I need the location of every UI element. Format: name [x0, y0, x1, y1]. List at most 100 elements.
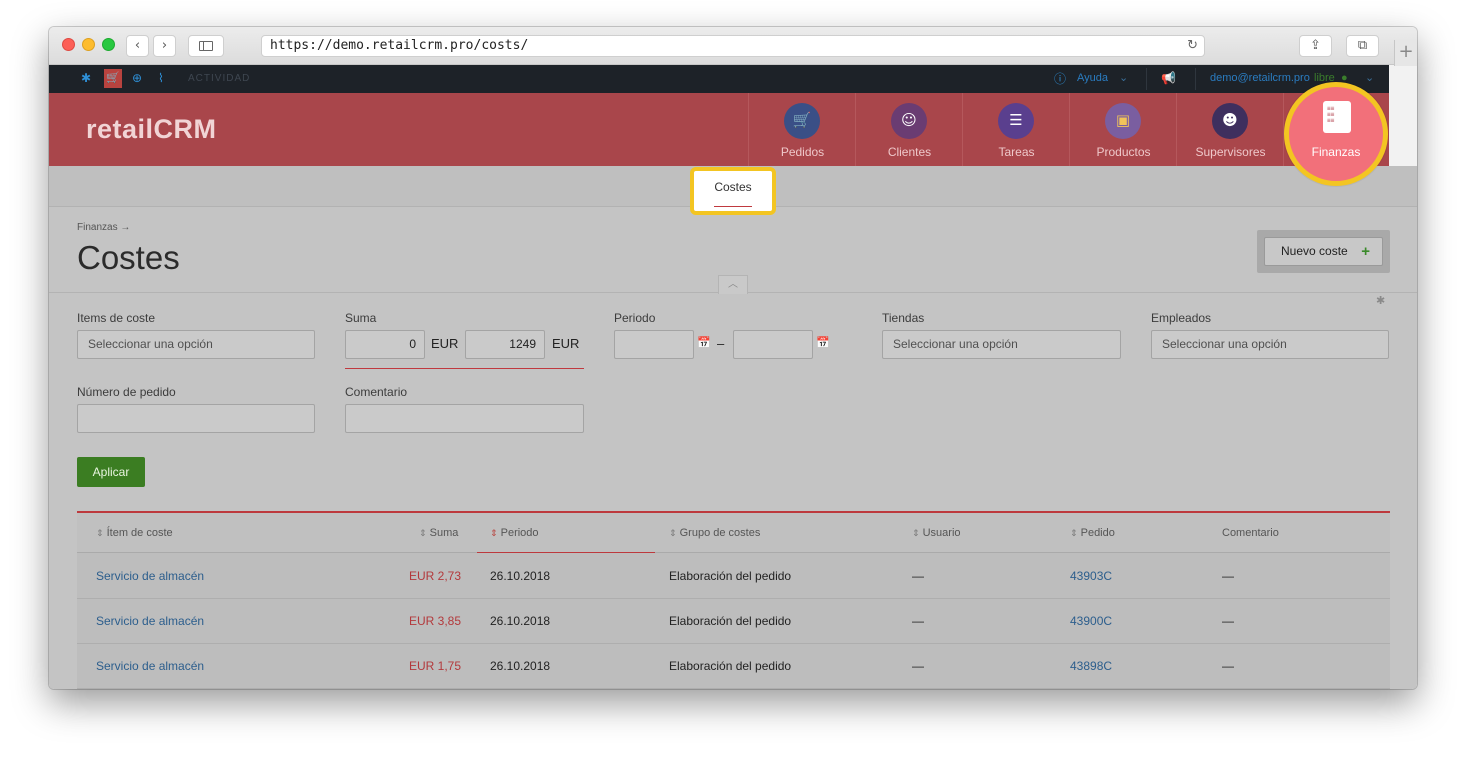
chart-icon[interactable]: ⌇ — [158, 71, 164, 85]
costes-label: Costes — [714, 180, 752, 194]
cell-grupo: Elaboración del pedido — [669, 614, 792, 628]
nav-item-clientes[interactable]: ☺ Clientes — [855, 93, 962, 166]
cell-pedido[interactable]: 43900C — [1070, 614, 1112, 628]
cell-item[interactable]: Servicio de almacén — [96, 614, 204, 628]
suma-label: Suma — [345, 311, 377, 325]
tiendas-label: Tiendas — [882, 311, 925, 325]
settings-gear-icon[interactable]: ✱ — [81, 71, 91, 85]
table-row[interactable]: Servicio de almacén EUR 3,85 26.10.2018 … — [77, 599, 1390, 644]
suma-max-input[interactable]: 1249 — [465, 330, 545, 359]
help-chevron-down-icon[interactable]: ⌄ — [1119, 71, 1128, 84]
pedido-input[interactable] — [77, 404, 315, 433]
periodo-from-input[interactable] — [614, 330, 694, 359]
tiendas-select[interactable]: Seleccionar una opción — [882, 330, 1121, 359]
comentario-input[interactable] — [345, 404, 584, 433]
sort-icon: ⇕ — [669, 529, 677, 539]
chevron-up-icon: ︿ — [728, 279, 738, 290]
app-topbar: ✱ 🛒 ⊕ ⌇ ACTIVIDAD ⓘ Ayuda ⌄ 📢 demo@retai… — [49, 65, 1389, 93]
nav-item-tareas[interactable]: ☰ Tareas — [962, 93, 1069, 166]
subnav-item-costes[interactable]: Costes — [690, 167, 776, 215]
minimize-window-button[interactable] — [82, 38, 95, 51]
currency-label: EUR — [552, 336, 580, 351]
sort-icon: ⇕ — [1070, 529, 1078, 539]
app-header: retailCRM 🛒 Pedidos ☺ Clientes ☰ Tareas … — [49, 93, 1389, 166]
target-icon[interactable]: ⊕ — [132, 71, 142, 85]
box-icon: ▣ — [1105, 103, 1141, 139]
cell-pedido[interactable]: 43898C — [1070, 659, 1112, 673]
forward-button[interactable]: › — [153, 35, 176, 57]
retailcrm-logo[interactable]: retailCRM — [86, 114, 217, 145]
share-button[interactable]: ⇪ — [1299, 35, 1332, 57]
column-header-grupo[interactable]: ⇕ Grupo de costes — [669, 527, 760, 539]
new-cost-button[interactable]: Nuevo coste + — [1264, 237, 1383, 266]
cell-item[interactable]: Servicio de almacén — [96, 569, 204, 583]
breadcrumb[interactable]: Finanzas → — [77, 222, 130, 233]
back-button[interactable]: ‹ — [126, 35, 149, 57]
nav-label: Tareas — [998, 145, 1035, 159]
suma-min-input[interactable]: 0 — [345, 330, 425, 359]
page-content: Finanzas → Costes Nuevo coste + ︿ ✱ Item… — [49, 166, 1417, 689]
nav-label: Pedidos — [780, 145, 825, 159]
column-header-periodo[interactable]: ⇕ Periodo — [490, 527, 539, 539]
column-header-item[interactable]: ⇕ Ítem de coste — [96, 527, 173, 539]
cart-shortcut[interactable]: 🛒 — [104, 69, 122, 88]
megaphone-icon[interactable]: 📢 — [1161, 71, 1176, 85]
nav-item-supervisores[interactable]: ☻ Supervisores — [1176, 93, 1283, 166]
empleados-select[interactable]: Seleccionar una opción — [1151, 330, 1389, 359]
collapse-filters-button[interactable]: ︿ — [718, 275, 748, 294]
nav-item-finanzas[interactable]: ≡≡ ≡≡ ≡≡ Finanzas — [1284, 82, 1388, 186]
nav-label: Supervisores — [1195, 145, 1266, 159]
new-cost-highlight: Nuevo coste + — [1257, 230, 1390, 273]
nav-label: Productos — [1096, 145, 1151, 159]
sidebar-toggle-button[interactable] — [188, 35, 224, 57]
cell-comentario: — — [1222, 659, 1234, 673]
table-header: ⇕ Ítem de coste ⇕ Suma ⇕ Periodo ⇕ Grupo… — [77, 513, 1390, 553]
cell-pedido[interactable]: 43903C — [1070, 569, 1112, 583]
url-text: https://demo.retailcrm.pro/costs/ — [270, 38, 529, 53]
column-header-usuario[interactable]: ⇕ Usuario — [912, 527, 961, 539]
pedido-label: Número de pedido — [77, 385, 176, 399]
show-tabs-button[interactable]: ⧉ — [1346, 35, 1379, 57]
table-row[interactable]: Servicio de almacén EUR 1,75 26.10.2018 … — [77, 644, 1390, 689]
activity-link[interactable]: ACTIVIDAD — [188, 73, 250, 84]
user-chevron-down-icon[interactable]: ⌄ — [1365, 71, 1374, 84]
costs-table: ⇕ Ítem de coste ⇕ Suma ⇕ Periodo ⇕ Grupo… — [77, 511, 1390, 689]
column-header-comentario: Comentario — [1222, 527, 1279, 539]
calendar-icon[interactable]: 📅 — [697, 336, 711, 349]
periodo-to-input[interactable] — [733, 330, 813, 359]
nav-item-productos[interactable]: ▣ Productos — [1069, 93, 1176, 166]
new-tab-button[interactable]: + — [1394, 40, 1417, 66]
comentario-label: Comentario — [345, 385, 408, 399]
table-row[interactable]: Servicio de almacén EUR 2,73 26.10.2018 … — [77, 554, 1390, 599]
help-icon[interactable]: ⓘ — [1054, 70, 1066, 87]
cart-icon: 🛒 — [106, 72, 120, 84]
close-window-button[interactable] — [62, 38, 75, 51]
nav-item-pedidos[interactable]: 🛒 Pedidos — [748, 93, 855, 166]
cell-periodo: 26.10.2018 — [490, 614, 551, 628]
cell-item[interactable]: Servicio de almacén — [96, 659, 204, 673]
user-email[interactable]: demo@retailcrm.pro — [1210, 72, 1310, 84]
cell-grupo: Elaboración del pedido — [669, 569, 792, 583]
chevron-left-icon: ‹ — [134, 38, 141, 53]
plus-icon: + — [1398, 41, 1414, 62]
cell-suma: EUR 2,73 — [408, 569, 461, 583]
help-link[interactable]: Ayuda — [1077, 72, 1108, 84]
divider — [1146, 68, 1147, 90]
calendar-icon[interactable]: 📅 — [816, 336, 830, 349]
cell-periodo: 26.10.2018 — [490, 659, 551, 673]
empleados-label: Empleados — [1151, 311, 1212, 325]
sort-icon: ⇕ — [419, 529, 427, 539]
reload-icon[interactable]: ↻ — [1187, 36, 1198, 56]
zoom-window-button[interactable] — [102, 38, 115, 51]
sort-icon: ⇕ — [490, 529, 498, 539]
tasks-chat-icon: ☰ — [998, 103, 1034, 139]
apply-button[interactable]: Aplicar — [77, 457, 145, 487]
filter-settings-gear-icon[interactable]: ✱ — [1376, 294, 1385, 307]
column-header-suma[interactable]: ⇕ Suma — [419, 527, 458, 539]
range-dash: – — [717, 336, 725, 351]
column-header-pedido[interactable]: ⇕ Pedido — [1070, 527, 1115, 539]
address-bar[interactable]: https://demo.retailcrm.pro/costs/ ↻ — [261, 35, 1205, 57]
tabs-icon: ⧉ — [1357, 38, 1368, 53]
cell-suma: EUR 1,75 — [408, 659, 461, 673]
items-select[interactable]: Seleccionar una opción — [77, 330, 315, 359]
